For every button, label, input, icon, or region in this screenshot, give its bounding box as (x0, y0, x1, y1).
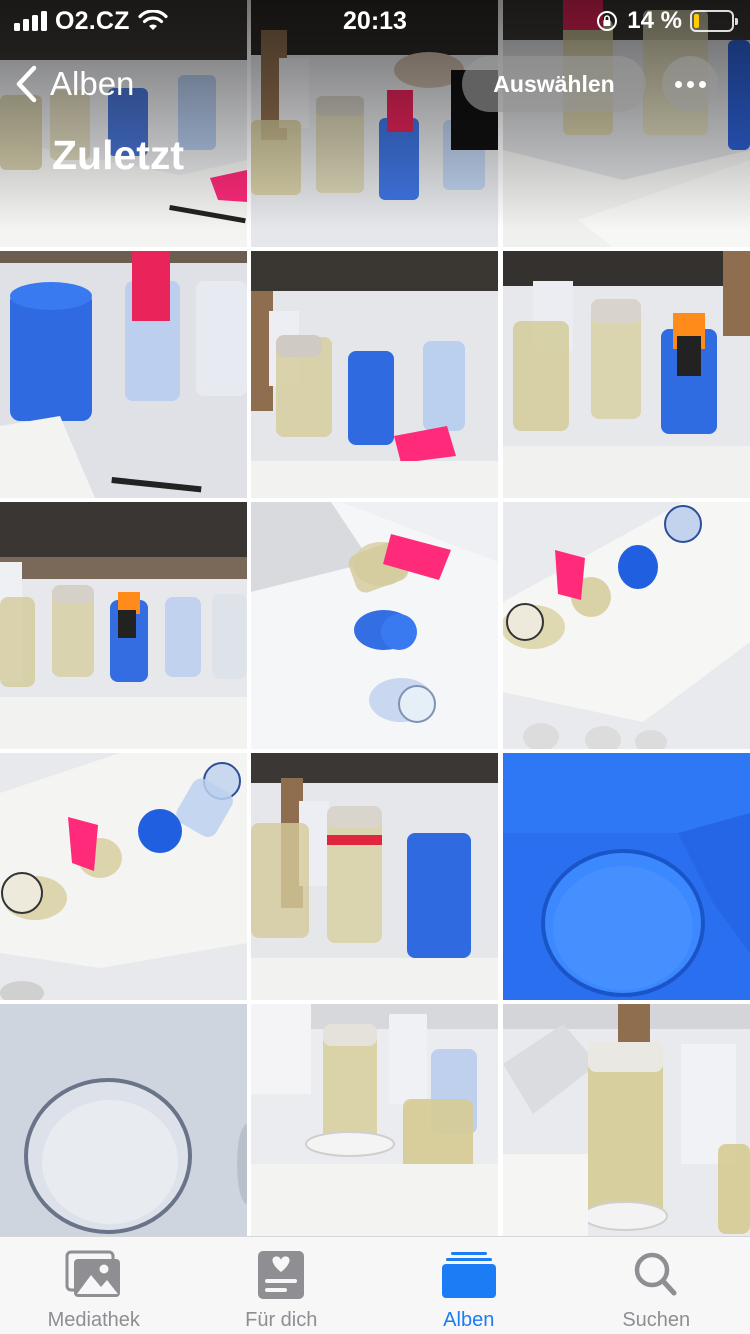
more-options-button[interactable] (662, 56, 718, 112)
battery-percentage: 14 % (627, 7, 682, 34)
tab-fuer-dich[interactable]: Für dich (188, 1237, 376, 1334)
photo-thumbnail[interactable] (503, 502, 750, 749)
photo-library-icon (65, 1250, 120, 1297)
tab-label: Suchen (622, 1309, 691, 1331)
photo-thumbnail[interactable] (0, 251, 247, 498)
battery-cap (735, 18, 738, 25)
page-title: Zuletzt (52, 132, 185, 178)
photo-thumbnail[interactable] (251, 1004, 498, 1236)
search-icon (635, 1252, 677, 1296)
photo-thumbnail[interactable] (503, 251, 750, 498)
for-you-icon (258, 1251, 305, 1299)
back-button[interactable]: Alben (14, 60, 134, 108)
tab-label: Für dich (245, 1309, 318, 1331)
battery-level (694, 14, 699, 28)
albums-icon (441, 1252, 496, 1298)
tab-label: Mediathek (47, 1309, 140, 1331)
battery-icon (690, 10, 738, 32)
photo-thumbnail[interactable] (0, 753, 247, 1000)
photo-thumbnail[interactable] (503, 753, 750, 1000)
photo-thumbnail[interactable] (503, 1004, 750, 1236)
tab-label: Alben (443, 1309, 495, 1331)
photo-thumbnail[interactable] (251, 753, 498, 1000)
more-dot (686, 80, 694, 88)
photo-thumbnail[interactable] (0, 502, 247, 749)
more-dot (698, 80, 706, 88)
tab-bar: Mediathek Für dich Alben Suchen (0, 1236, 750, 1334)
status-right: 14 % (595, 7, 738, 34)
back-button-label: Alben (50, 65, 135, 102)
orientation-lock-icon (597, 11, 618, 31)
tab-alben[interactable]: Alben (375, 1237, 563, 1334)
tab-suchen[interactable]: Suchen (563, 1237, 750, 1334)
photo-thumbnail[interactable] (251, 251, 498, 498)
tab-mediathek[interactable]: Mediathek (0, 1237, 188, 1334)
photo-thumbnail[interactable] (251, 502, 498, 749)
chevron-left-icon (16, 65, 37, 103)
select-button[interactable]: Auswählen (462, 56, 646, 112)
photo-thumbnail[interactable] (0, 1004, 247, 1236)
more-dot (674, 80, 682, 88)
status-bar: O2.CZ 20:13 14 % (0, 0, 750, 40)
photo-grid[interactable] (0, 0, 750, 1236)
